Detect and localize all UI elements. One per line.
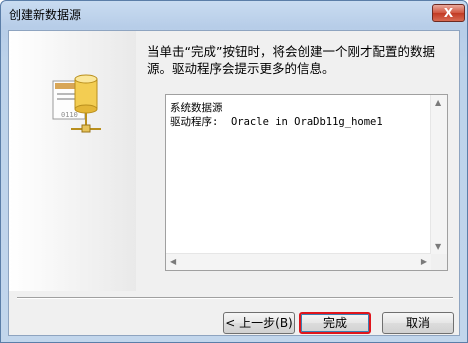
close-button[interactable]: X <box>432 4 465 22</box>
details-listbox[interactable]: 系统数据源 驱动程序: Oracle in OraDb11g_home1 ▲ ▼… <box>165 94 448 271</box>
back-button[interactable]: < 上一步(B) <box>223 312 295 334</box>
vertical-scrollbar[interactable]: ▲ ▼ <box>430 95 447 254</box>
info-text: 当单击“完成”按钮时，将会创建一个刚才配置的数据源。驱动程序会提示更多的信息。 <box>147 44 435 76</box>
dialog-window: 创建新数据源 X 0110 当单击“完成”按钮时，将会创建一个刚才配置的数据源。… <box>0 0 468 343</box>
dialog-body: 0110 当单击“完成”按钮时，将会创建一个刚才配置的数据源。驱动程序会提示更多… <box>8 30 460 336</box>
close-icon: X <box>443 6 454 20</box>
svg-text:0110: 0110 <box>61 111 78 119</box>
scrollbar-corner <box>431 254 447 270</box>
horizontal-scrollbar[interactable]: ◀ ▶ <box>166 253 431 270</box>
wizard-side-panel: 0110 <box>9 31 136 291</box>
footer-divider <box>17 297 453 299</box>
scroll-right-icon[interactable]: ▶ <box>421 257 427 266</box>
finish-button[interactable]: 完成 <box>299 312 371 334</box>
details-line-driver: 驱动程序: Oracle in OraDb11g_home1 <box>170 116 383 128</box>
scroll-left-icon[interactable]: ◀ <box>170 257 176 266</box>
details-line-type: 系统数据源 <box>170 102 223 114</box>
scroll-down-icon[interactable]: ▼ <box>435 242 441 251</box>
title-bar[interactable]: 创建新数据源 X <box>1 1 467 28</box>
scroll-up-icon[interactable]: ▲ <box>435 98 441 107</box>
datasource-wizard-icon: 0110 <box>52 74 101 133</box>
cancel-button[interactable]: 取消 <box>382 312 454 334</box>
window-title: 创建新数据源 <box>9 8 82 22</box>
